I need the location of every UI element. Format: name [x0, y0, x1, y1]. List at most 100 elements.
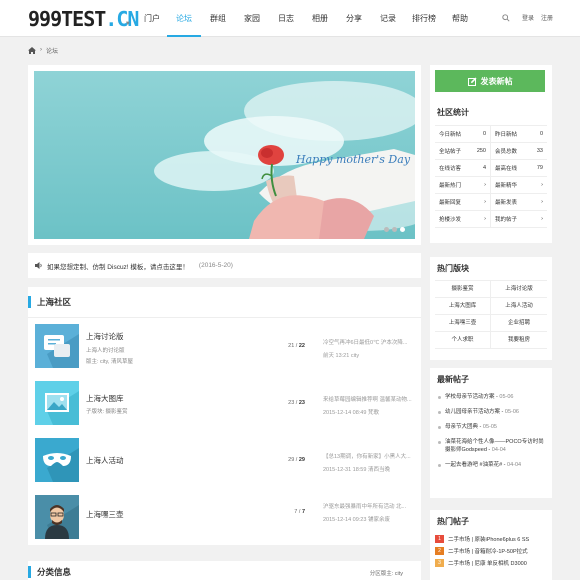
latest-post-item[interactable]: 学校母亲节活动方案 - 05-06: [435, 393, 547, 401]
hot-boards-title: 热门版块: [437, 264, 469, 273]
forum-last-time: 2015-12-14 09:23 铺家余废: [323, 517, 390, 523]
stat-total-posts: 全站帖子 250: [435, 143, 491, 160]
section-bar: [28, 566, 31, 578]
nav-rankings[interactable]: 排行榜: [405, 0, 443, 37]
forum-count: 7 / 7: [294, 509, 305, 515]
hot-post-item[interactable]: 1 二手市场 | 原装iPhone6plus 6 SS: [435, 535, 547, 543]
rank-badge: 1: [435, 535, 444, 543]
classified-section: 分类信息 分区版主: city: [28, 561, 421, 580]
latest-post-item[interactable]: 一起去看游吧 #油菜花# - 04-04: [435, 461, 547, 469]
forum-last-post[interactable]: 沪驱东最强暴雨中年所有活动 北...: [323, 502, 415, 510]
login-link[interactable]: 登录: [522, 13, 534, 22]
forum-count: 21 / 22: [288, 343, 305, 349]
new-post-button[interactable]: 发表新帖: [435, 70, 545, 92]
banner-slider: Happy mother's Day: [28, 65, 421, 245]
breadcrumb-current[interactable]: 论坛: [46, 46, 58, 55]
register-link[interactable]: 注册: [541, 13, 553, 22]
classified-header: 分类信息: [28, 561, 421, 580]
nav-home[interactable]: 家园: [235, 0, 269, 37]
board-link[interactable]: 企业招聘: [491, 315, 547, 332]
forum-name[interactable]: 上海大图库: [86, 393, 124, 404]
board-link[interactable]: 上海大图库: [435, 298, 491, 315]
board-link[interactable]: 我要租房: [491, 332, 547, 349]
speaker-icon: [35, 262, 42, 269]
forum-icon-chat[interactable]: [35, 324, 79, 368]
home-icon[interactable]: [28, 46, 36, 54]
nav-share[interactable]: 分享: [337, 0, 371, 37]
forum-threads: 23: [288, 400, 295, 406]
nav-portal[interactable]: 门户: [137, 0, 167, 37]
link-latest-published[interactable]: 最新发表 ›: [491, 194, 547, 211]
logo-dot-text: .: [105, 7, 117, 31]
latest-posts-panel: 最新帖子 学校母亲节活动方案 - 05-06 幼儿园母亲节活动方案 - 05-0…: [430, 368, 552, 498]
site-logo[interactable]: 999TEST.CN ▼: [28, 7, 139, 31]
forum-last-post[interactable]: 冷空气再冲6日最低0℃ 沪本次降...: [323, 338, 415, 346]
forum-threads: 7: [294, 509, 298, 515]
logo-cn-text: CN: [116, 7, 139, 31]
board-link[interactable]: 上海嘿三壶: [435, 315, 491, 332]
classified-title[interactable]: 分类信息: [37, 566, 71, 578]
stat-total-members: 会员总数 33: [491, 143, 547, 160]
forum-row: 上海嘿三壶 7 / 7 沪驱东最强暴雨中年所有活动 北... 2015-12-1…: [28, 489, 421, 546]
nav-records[interactable]: 记录: [371, 0, 405, 37]
search-icon[interactable]: [502, 14, 510, 22]
new-post-label: 发表新帖: [480, 76, 513, 86]
stats-title: 社区统计: [437, 108, 469, 117]
nav-help[interactable]: 帮助: [443, 0, 477, 37]
rank-badge: 2: [435, 547, 444, 555]
forum-name[interactable]: 上海讨论版: [86, 331, 124, 342]
forum-last-post[interactable]: 来给草莓园编辑推荐啊 温馨某动物...: [323, 395, 415, 403]
hot-posts-list: 1 二手市场 | 原装iPhone6plus 6 SS 2 二手市场 | 音箱耐冷-…: [435, 535, 547, 567]
forum-name[interactable]: 上海人活动: [86, 455, 124, 466]
forum-posts: 23: [298, 400, 305, 406]
link-latest-digest[interactable]: 最新精华 ›: [491, 177, 547, 194]
community-title[interactable]: 上海社区: [37, 296, 71, 308]
banner-image[interactable]: Happy mother's Day: [34, 71, 415, 239]
nav-album[interactable]: 相册: [303, 0, 337, 37]
hot-post-item[interactable]: 3 二手市场 | 尼康 单反相机 D3000: [435, 559, 547, 567]
forum-name[interactable]: 上海嘿三壶: [86, 509, 124, 520]
forum-count: 29 / 29: [288, 457, 305, 463]
logo-main-text: 999TEST: [28, 7, 106, 31]
link-sofa[interactable]: 抢楼沙发 ›: [435, 211, 491, 228]
banner-caption: Happy mother's Day: [295, 153, 411, 166]
notice-text[interactable]: 如果您想定制、仿制 Discuz! 模板，请点击这里！: [47, 261, 189, 271]
forum-icon-picture[interactable]: [35, 381, 79, 425]
hot-post-item[interactable]: 2 二手市场 | 音箱耐冷-1P-50P拉式: [435, 547, 547, 555]
forum-last-post[interactable]: 【总13期调，你有新家】小黑人大...: [323, 452, 415, 460]
classified-moderator[interactable]: 分区版主: city: [370, 569, 403, 577]
forum-desc[interactable]: 子版块: 摄影鉴赏: [86, 407, 128, 415]
slider-dot-2[interactable]: [392, 227, 397, 232]
nav-forum[interactable]: 论坛: [167, 0, 201, 37]
forum-threads: 29: [288, 457, 295, 463]
slider-dot-3[interactable]: [400, 227, 405, 232]
link-latest-replies[interactable]: 最新回复 ›: [435, 194, 491, 211]
forum-threads: 21: [288, 343, 295, 349]
community-header: 上海社区: [28, 287, 421, 318]
forum-moderator[interactable]: 版主: city, 清风草屋: [86, 357, 133, 365]
latest-post-item[interactable]: 幼儿园母亲节活动方案 - 05-06: [435, 408, 547, 416]
slider-dots: [384, 227, 405, 232]
link-my-posts[interactable]: 我的帖子 ›: [491, 211, 547, 228]
forum-posts: 29: [298, 457, 305, 463]
latest-post-item[interactable]: 母亲节大团典 - 05-05: [435, 423, 547, 431]
stat-today-posts: 今日新帖 0: [435, 126, 491, 143]
latest-posts-list: 学校母亲节活动方案 - 05-06 幼儿园母亲节活动方案 - 05-06 母亲节…: [435, 393, 547, 469]
nav-blog[interactable]: 日志: [269, 0, 303, 37]
slider-dot-1[interactable]: [384, 227, 389, 232]
board-link[interactable]: 摄影鉴赏: [435, 281, 491, 298]
forum-icon-person[interactable]: [35, 495, 79, 539]
logo-caret-icon[interactable]: ▼: [126, 20, 130, 27]
latest-post-item[interactable]: 油菜花海给个性人像——POCO专访时尚摄影师Godspeed - 04-04: [435, 438, 547, 454]
breadcrumb: › 论坛: [28, 44, 58, 56]
hot-boards-grid: 摄影鉴赏 上海讨论版 上海大图库 上海人活动 上海嘿三壶 企业招聘 个人求职 我…: [435, 280, 547, 349]
board-link[interactable]: 上海讨论版: [491, 281, 547, 298]
link-latest-hot[interactable]: 最新热门 ›: [435, 177, 491, 194]
board-link[interactable]: 上海人活动: [491, 298, 547, 315]
forum-count: 23 / 23: [288, 400, 305, 406]
community-section: 上海社区 上海讨论版 上海人的讨论版 版主: city, 清风草屋 21 / 2…: [28, 287, 421, 545]
nav-groups[interactable]: 群组: [201, 0, 235, 37]
board-link[interactable]: 个人求职: [435, 332, 491, 349]
forum-icon-mask[interactable]: [35, 438, 79, 482]
stat-online-visitors: 在线访客 4: [435, 160, 491, 177]
